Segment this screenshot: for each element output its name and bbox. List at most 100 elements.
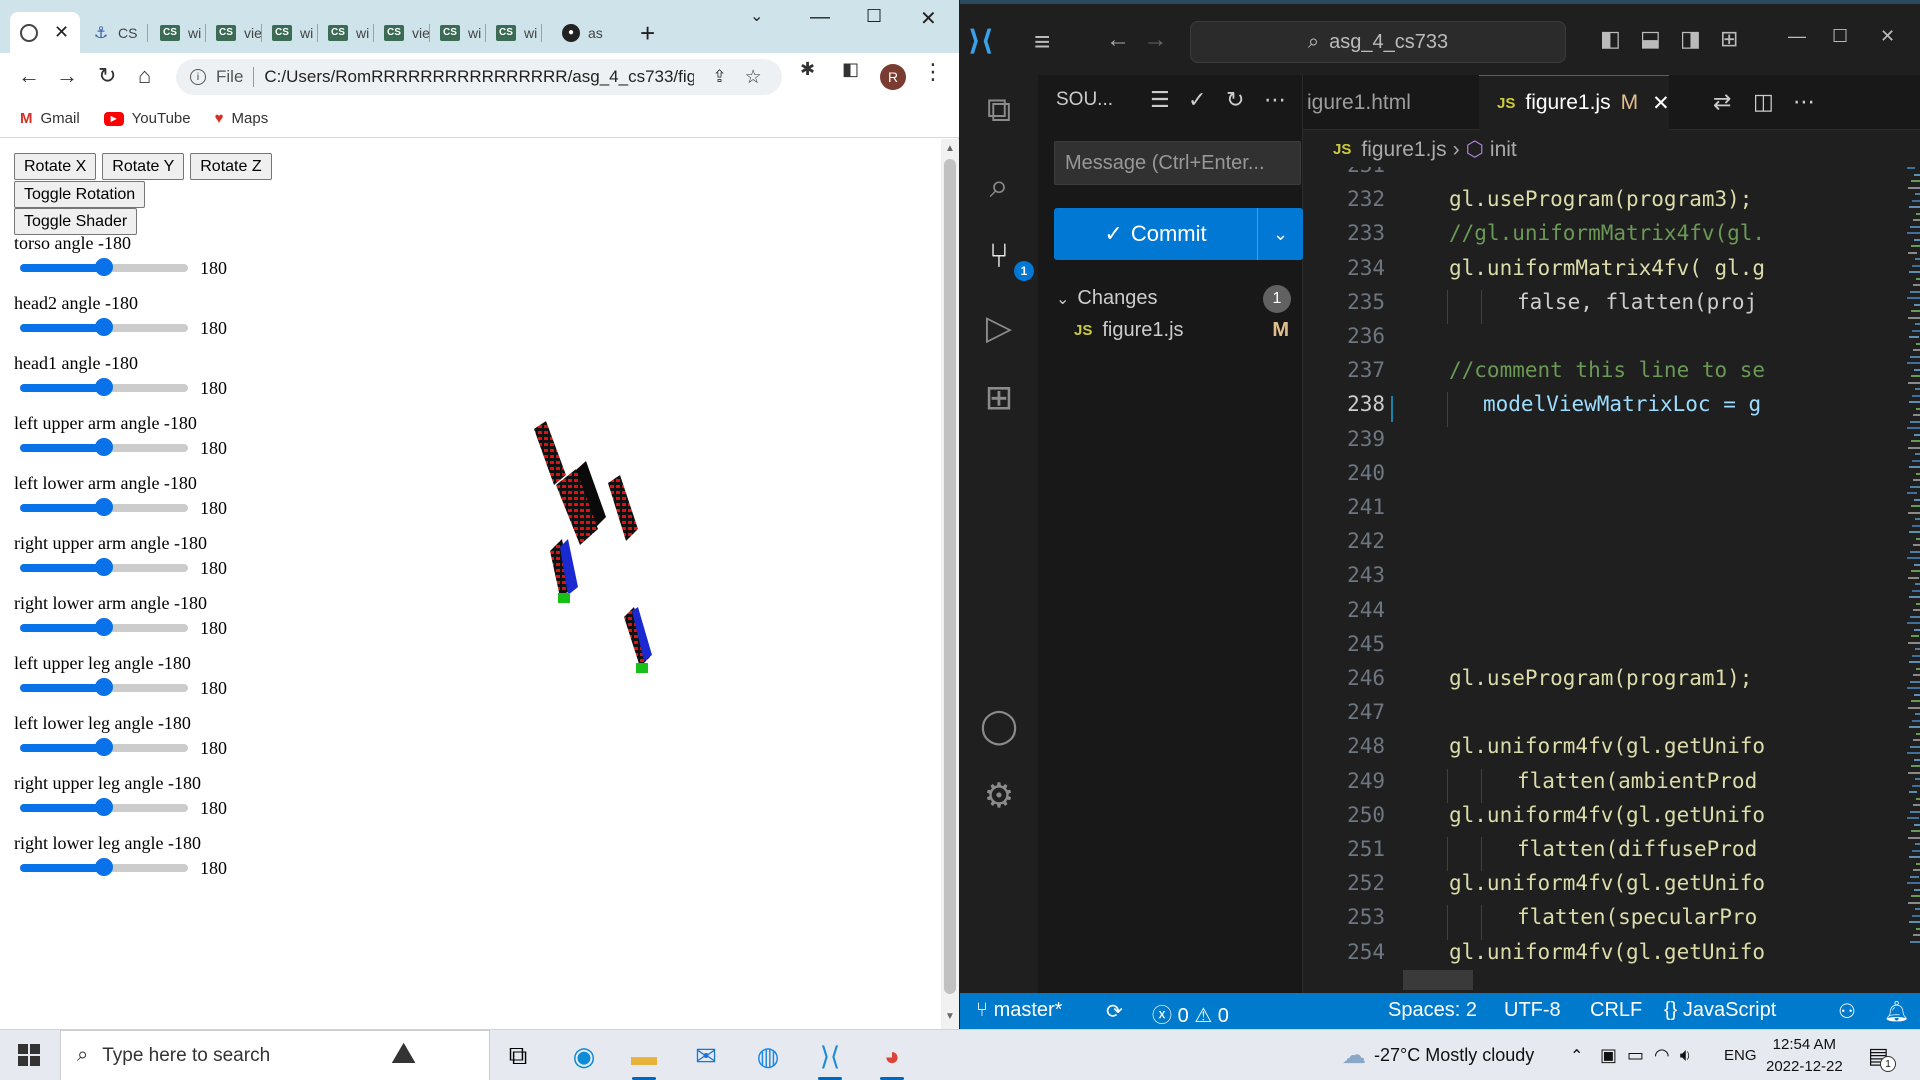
- task-view-icon[interactable]: ⧉: [500, 1038, 536, 1074]
- slider-thumb[interactable]: [95, 258, 113, 276]
- encoding-status[interactable]: UTF-8: [1504, 999, 1561, 1022]
- close-window-button[interactable]: ✕: [1880, 26, 1895, 47]
- bookmark-youtube[interactable]: ▶ YouTube: [103, 110, 191, 127]
- rotate-y-button[interactable]: Rotate Y: [102, 153, 185, 180]
- weather-widget[interactable]: ☁ -27°C Mostly cloudy: [1342, 1030, 1534, 1080]
- tab-5[interactable]: CS wi: [318, 12, 374, 53]
- toggle-rotation-button[interactable]: Toggle Rotation: [14, 181, 146, 208]
- slider-thumb[interactable]: [95, 318, 113, 336]
- scroll-up-icon[interactable]: ▲: [945, 143, 955, 154]
- home-icon[interactable]: ⌂: [138, 63, 151, 89]
- new-tab-button[interactable]: +: [640, 18, 655, 49]
- horizontal-scrollbar[interactable]: [1403, 970, 1473, 990]
- explorer-icon[interactable]: ⧉: [978, 89, 1020, 131]
- toggle-secondary-sidebar-icon[interactable]: ◨: [1680, 26, 1701, 52]
- rotate-z-button[interactable]: Rotate Z: [190, 153, 272, 180]
- tab-4[interactable]: CS wi: [262, 12, 318, 53]
- sync-icon[interactable]: ⟳: [1106, 999, 1123, 1024]
- feedback-icon[interactable]: ⚇: [1838, 999, 1856, 1024]
- scroll-thumb[interactable]: [944, 159, 956, 994]
- close-window-button[interactable]: ✕: [920, 6, 937, 31]
- language-indicator[interactable]: ENG: [1724, 1030, 1757, 1080]
- menu-icon[interactable]: ⋮: [922, 59, 944, 85]
- maximize-button[interactable]: ☐: [866, 6, 882, 27]
- scroll-down-icon[interactable]: ▼: [945, 1011, 955, 1022]
- clock[interactable]: 12:54 AM 2022-12-22: [1766, 1034, 1843, 1078]
- hamburger-menu-icon[interactable]: ≡: [1034, 26, 1050, 58]
- minimize-button[interactable]: —: [1788, 26, 1806, 47]
- tab-3[interactable]: CS vie: [206, 12, 262, 53]
- tab-figure1-js[interactable]: JS figure1.js M ✕: [1479, 75, 1670, 130]
- bookmark-star-icon[interactable]: ☆: [745, 66, 762, 89]
- minimize-button[interactable]: —: [810, 6, 830, 29]
- tab-search-icon[interactable]: ⌄: [750, 6, 763, 26]
- slider-thumb[interactable]: [95, 678, 113, 696]
- customize-layout-icon[interactable]: ⊞: [1720, 26, 1738, 52]
- meet-icon[interactable]: ▣: [1600, 1045, 1617, 1066]
- extensions-icon[interactable]: ⊞: [978, 377, 1020, 419]
- slider-thumb[interactable]: [95, 618, 113, 636]
- extensions-icon[interactable]: ✱: [800, 59, 815, 80]
- commit-message-input[interactable]: Message (Ctrl+Enter...: [1054, 141, 1301, 185]
- more-actions-icon[interactable]: ⋯: [1264, 87, 1286, 113]
- tab-6[interactable]: CS vie: [374, 12, 430, 53]
- battery-icon[interactable]: ▭: [1627, 1045, 1644, 1066]
- edge-icon[interactable]: ◉: [566, 1038, 602, 1074]
- maximize-button[interactable]: ☐: [1832, 26, 1848, 47]
- split-editor-icon[interactable]: ◫: [1753, 89, 1774, 115]
- changes-group-header[interactable]: ⌄ Changes 1: [1056, 284, 1301, 313]
- search-icon[interactable]: ⌕: [978, 165, 1020, 207]
- command-center[interactable]: ⌕ asg_4_cs733: [1190, 21, 1566, 63]
- more-actions-icon[interactable]: ⋯: [1793, 89, 1815, 115]
- slider-thumb[interactable]: [95, 498, 113, 516]
- close-tab-icon[interactable]: ✕: [1652, 91, 1670, 116]
- view-as-list-icon[interactable]: ☰: [1150, 87, 1170, 113]
- eol-status[interactable]: CRLF: [1590, 999, 1642, 1022]
- toggle-panel-icon[interactable]: ⬓: [1640, 26, 1661, 52]
- breadcrumb-file[interactable]: figure1.js: [1361, 138, 1446, 162]
- close-tab-icon[interactable]: ✕: [54, 22, 69, 43]
- tab-7[interactable]: CS wi: [430, 12, 486, 53]
- breadcrumb-symbol[interactable]: init: [1490, 138, 1517, 162]
- toggle-shader-button[interactable]: Toggle Shader: [14, 208, 138, 235]
- forward-icon[interactable]: →: [56, 63, 78, 89]
- indentation-status[interactable]: Spaces: 2: [1388, 999, 1477, 1022]
- volume-icon[interactable]: 🔉︎: [1680, 1045, 1691, 1066]
- slider-thumb[interactable]: [95, 438, 113, 456]
- commit-check-icon[interactable]: ✓: [1188, 87, 1206, 113]
- code-editor[interactable]: 231 232 gl.useProgram(program3); 233 //gl.un…: [1303, 167, 1903, 993]
- url-text[interactable]: C:/Users/RomRRRRRRRRRRRRRRRR/asg_4_cs733…: [264, 67, 694, 87]
- chrome-taskbar-icon[interactable]: ◕: [874, 1038, 910, 1080]
- show-hidden-icons[interactable]: ⌃: [1570, 1030, 1583, 1080]
- share-icon[interactable]: ⇪: [712, 67, 726, 87]
- open-changes-icon[interactable]: ⇄: [1713, 89, 1731, 115]
- source-control-icon[interactable]: ⑂ 1: [978, 235, 1034, 281]
- file-explorer-icon[interactable]: ▬: [626, 1038, 662, 1080]
- start-button[interactable]: [18, 1044, 40, 1066]
- wifi-icon[interactable]: ◠: [1654, 1045, 1670, 1066]
- refresh-icon[interactable]: ↻: [1226, 87, 1244, 113]
- commit-button[interactable]: ✓ Commit: [1054, 208, 1258, 260]
- rotate-x-button[interactable]: Rotate X: [14, 153, 97, 180]
- notification-center[interactable]: ▤ 1: [1868, 1030, 1896, 1080]
- address-bar[interactable]: i File C:/Users/RomRRRRRRRRRRRRRRRR/asg_…: [176, 59, 782, 95]
- mail-icon[interactable]: ✉: [688, 1038, 724, 1074]
- bookmark-gmail[interactable]: M Gmail: [20, 110, 80, 127]
- tab-9[interactable]: ● as: [552, 12, 618, 53]
- bookmark-maps[interactable]: ♥ Maps: [215, 110, 269, 127]
- notifications-bell-icon[interactable]: 🔔︎: [1884, 999, 1909, 1024]
- accounts-icon[interactable]: ◯: [978, 705, 1020, 747]
- reload-icon[interactable]: ↻: [98, 63, 116, 89]
- slider-thumb[interactable]: [95, 378, 113, 396]
- tab-figure1-html[interactable]: igure1.html: [1303, 75, 1463, 130]
- minimap[interactable]: [1903, 167, 1920, 987]
- branch-status[interactable]: ⑂ master*: [976, 999, 1062, 1022]
- slider-thumb[interactable]: [95, 798, 113, 816]
- language-status[interactable]: {} JavaScript: [1664, 999, 1776, 1022]
- taskbar-search[interactable]: ⌕ Type here to search ⛰: [60, 1030, 490, 1080]
- tab-active[interactable]: ✕: [10, 12, 80, 53]
- commit-dropdown-icon[interactable]: ⌄: [1258, 224, 1303, 245]
- tab-2[interactable]: CS wi: [150, 12, 206, 53]
- slider-thumb[interactable]: [95, 858, 113, 876]
- profile-avatar[interactable]: R: [880, 64, 906, 90]
